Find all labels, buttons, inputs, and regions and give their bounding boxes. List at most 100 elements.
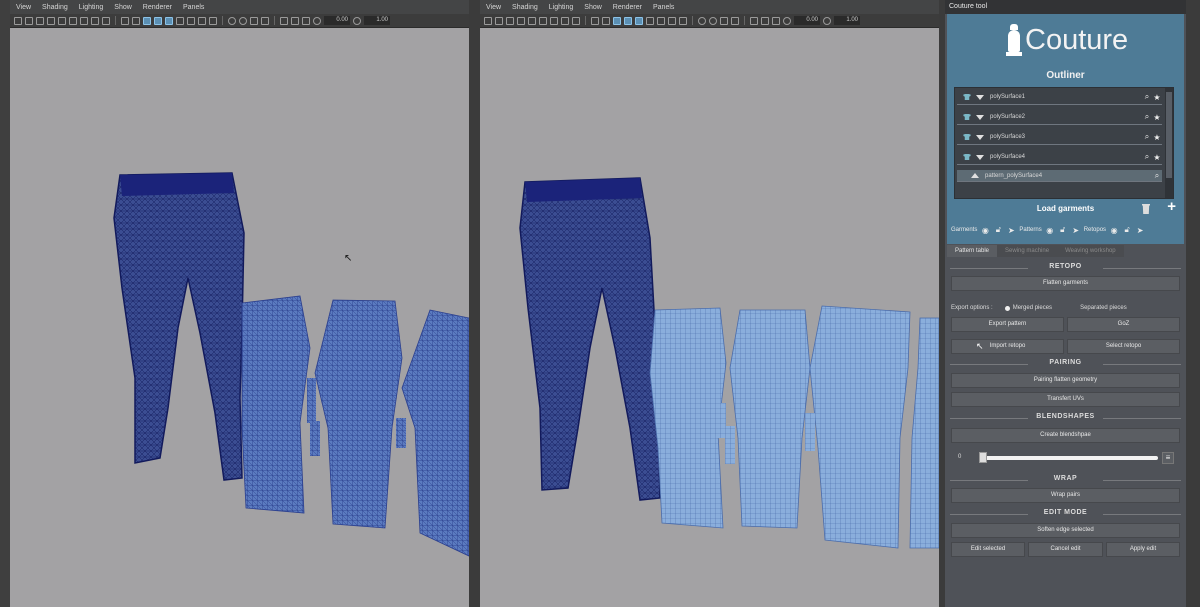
- tab-weaving-workshop[interactable]: Weaving workshop: [1057, 245, 1124, 257]
- menu-panels[interactable]: Panels: [653, 4, 674, 11]
- expand-arrow-icon[interactable]: [976, 154, 984, 160]
- exposure-field[interactable]: 0.00: [324, 16, 350, 25]
- star-icon[interactable]: ★: [1152, 133, 1162, 142]
- motion-blur-icon[interactable]: [198, 16, 206, 25]
- xray-joints-icon[interactable]: [720, 16, 728, 25]
- load-garments-button[interactable]: Load garments: [1037, 204, 1094, 213]
- edit-selected-button[interactable]: Edit selected: [951, 542, 1025, 557]
- gamma-toggle-icon[interactable]: [353, 16, 361, 25]
- xray-icon[interactable]: [709, 16, 717, 25]
- menu-renderer[interactable]: Renderer: [613, 4, 642, 11]
- xray-joints-icon[interactable]: [250, 16, 258, 25]
- menu-show[interactable]: Show: [584, 4, 602, 11]
- lock-icon[interactable]: 🔓︎: [1058, 225, 1068, 235]
- menu-view[interactable]: View: [16, 4, 31, 11]
- outliner-item[interactable]: polySurface1 ⌕ ★: [957, 90, 1162, 105]
- viewport-divider[interactable]: [469, 0, 480, 607]
- collapse-arrow-icon[interactable]: [971, 173, 979, 178]
- exposure-icon[interactable]: [761, 16, 769, 25]
- menu-shading[interactable]: Shading: [42, 4, 68, 11]
- field-chart-icon[interactable]: [550, 16, 558, 25]
- search-icon[interactable]: ⌕: [1142, 112, 1152, 122]
- outliner-item-selected[interactable]: pattern_polySurface4 ⌕: [957, 170, 1162, 182]
- flatten-garments-button[interactable]: Flatten garments: [951, 276, 1180, 291]
- transfert-uvs-button[interactable]: Transfert UVs: [951, 392, 1180, 407]
- star-icon[interactable]: ★: [1152, 113, 1162, 122]
- wireframe-icon[interactable]: [591, 16, 599, 25]
- isolate-icon[interactable]: [228, 16, 236, 25]
- gamma-field[interactable]: 1.00: [834, 16, 860, 25]
- menu-view[interactable]: View: [486, 4, 501, 11]
- lock-camera-icon[interactable]: [506, 16, 514, 25]
- export-pattern-button[interactable]: Export pattern: [951, 317, 1064, 332]
- settings-sliders-icon[interactable]: ≡: [1162, 452, 1174, 464]
- gate-mask-icon[interactable]: [69, 16, 77, 25]
- wireframe-on-shaded-icon[interactable]: [143, 16, 151, 25]
- lights-icon[interactable]: [165, 16, 173, 25]
- expand-arrow-icon[interactable]: [976, 114, 984, 120]
- shadows-icon[interactable]: [176, 16, 184, 25]
- lights-icon[interactable]: [635, 16, 643, 25]
- bookmark-icon[interactable]: [25, 16, 33, 25]
- grid-icon[interactable]: [572, 16, 580, 25]
- star-icon[interactable]: ★: [1152, 93, 1162, 102]
- menu-show[interactable]: Show: [114, 4, 132, 11]
- scene-left[interactable]: [10, 28, 469, 607]
- field-chart-icon[interactable]: [80, 16, 88, 25]
- select-cursor-icon[interactable]: ➤: [1006, 226, 1016, 235]
- slider-handle[interactable]: [979, 452, 987, 463]
- outliner-item[interactable]: polySurface4 ⌕ ★: [957, 150, 1162, 165]
- anti-alias-icon[interactable]: [679, 16, 687, 25]
- menu-lighting[interactable]: Lighting: [549, 4, 574, 11]
- wireframe-icon[interactable]: [121, 16, 129, 25]
- gamma-field[interactable]: 1.00: [364, 16, 390, 25]
- eye-icon[interactable]: ◉: [1109, 226, 1119, 235]
- gamma-toggle-icon[interactable]: [823, 16, 831, 25]
- viewport-left[interactable]: View Shading Lighting Show Renderer Pane…: [10, 0, 469, 607]
- search-icon[interactable]: ⌕: [1142, 152, 1152, 162]
- radio-separated-icon[interactable]: [1058, 306, 1063, 311]
- eye-icon[interactable]: ◉: [980, 226, 990, 235]
- ambient-occlusion-icon[interactable]: [657, 16, 665, 25]
- textured-icon[interactable]: [624, 16, 632, 25]
- outliner-list[interactable]: polySurface1 ⌕ ★ polySurface2 ⌕ ★ polySu…: [954, 87, 1174, 199]
- film-gate-icon[interactable]: [47, 16, 55, 25]
- search-icon[interactable]: ⌕: [1152, 171, 1162, 181]
- soften-edge-button[interactable]: Soften edge selected: [951, 523, 1180, 538]
- create-blendshape-button[interactable]: Create blendshpae: [951, 428, 1180, 443]
- menu-lighting[interactable]: Lighting: [79, 4, 104, 11]
- color-management-icon[interactable]: [313, 16, 321, 25]
- radio-separated-label[interactable]: Separated pieces: [1080, 305, 1127, 311]
- ambient-occlusion-icon[interactable]: [187, 16, 195, 25]
- textured-icon[interactable]: [154, 16, 162, 25]
- lock-icon[interactable]: 🔓︎: [993, 225, 1003, 235]
- outliner-scrollbar[interactable]: [1165, 88, 1173, 198]
- radio-merged-icon[interactable]: [1004, 305, 1010, 311]
- blendshape-slider[interactable]: [983, 456, 1158, 460]
- outliner-item[interactable]: polySurface3 ⌕ ★: [957, 130, 1162, 145]
- safe-action-icon[interactable]: [91, 16, 99, 25]
- lock-icon[interactable]: 🔓︎: [1122, 225, 1132, 235]
- anti-alias-icon[interactable]: [209, 16, 217, 25]
- safe-action-icon[interactable]: [561, 16, 569, 25]
- expand-arrow-icon[interactable]: [976, 94, 984, 100]
- eye-icon[interactable]: ◉: [1045, 226, 1055, 235]
- isolate-icon[interactable]: [698, 16, 706, 25]
- radio-merged-label[interactable]: Merged pieces: [1013, 305, 1052, 311]
- tab-sewing-machine[interactable]: Sewing machine: [997, 245, 1058, 257]
- gate-mask-icon[interactable]: [539, 16, 547, 25]
- display-layer-icon[interactable]: [280, 16, 288, 25]
- plus-icon[interactable]: +: [1167, 199, 1176, 215]
- camera-icon[interactable]: [14, 16, 22, 25]
- menu-renderer[interactable]: Renderer: [143, 4, 172, 11]
- camera-icon[interactable]: [484, 16, 492, 25]
- shadows-icon[interactable]: [646, 16, 654, 25]
- motion-blur-icon[interactable]: [668, 16, 676, 25]
- goz-button[interactable]: GoZ: [1067, 317, 1180, 332]
- pairing-flatten-button[interactable]: Pairing flatten geometry: [951, 373, 1180, 388]
- color-management-icon[interactable]: [783, 16, 791, 25]
- resolution-gate-icon[interactable]: [58, 16, 66, 25]
- star-icon[interactable]: ★: [1152, 153, 1162, 162]
- wireframe-on-shaded-icon[interactable]: [613, 16, 621, 25]
- tab-pattern-table[interactable]: Pattern table: [947, 245, 998, 257]
